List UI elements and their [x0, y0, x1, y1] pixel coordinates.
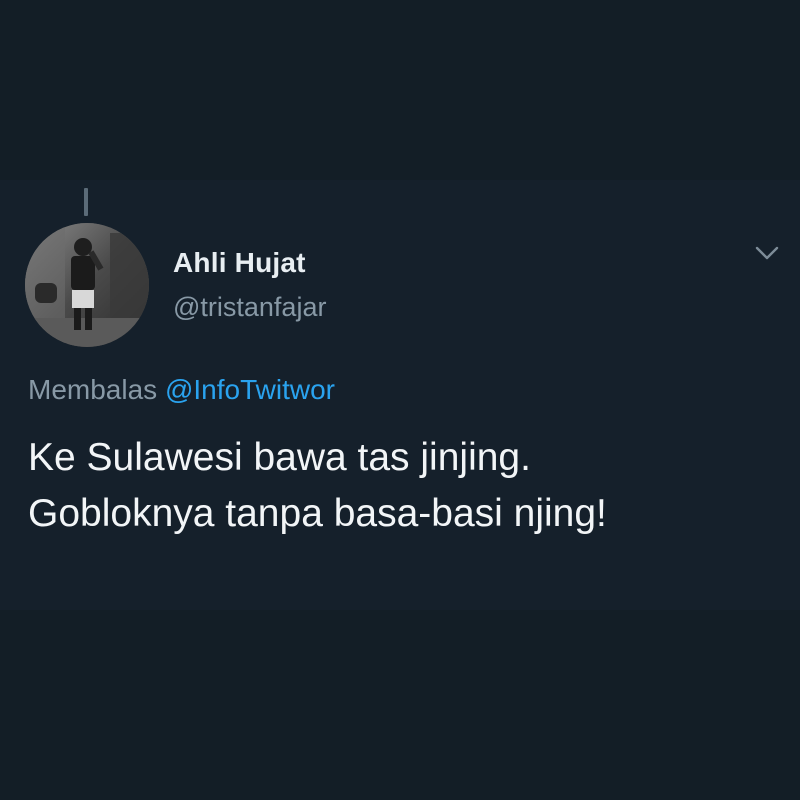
tweet-text: Ke Sulawesi bawa tas jinjing. Gobloknya … [28, 430, 778, 542]
reply-mention-link[interactable]: @InfoTwitwor [165, 374, 335, 405]
thread-connector-line [84, 188, 88, 216]
avatar[interactable] [25, 223, 149, 347]
reply-prefix: Membalas [28, 374, 165, 405]
author-handle[interactable]: @tristanfajar [173, 292, 326, 323]
profile-photo-icon [25, 223, 149, 347]
tweet-text-line: Gobloknya tanpa basa-basi njing! [28, 492, 607, 535]
tweet-text-line: Ke Sulawesi bawa tas jinjing. [28, 436, 531, 479]
reply-context: Membalas @InfoTwitwor [28, 374, 335, 406]
tweet-screen: Ahli Hujat @tristanfajar Membalas @InfoT… [0, 0, 800, 800]
author-display-name[interactable]: Ahli Hujat [173, 247, 306, 279]
chevron-down-icon[interactable] [754, 244, 780, 262]
